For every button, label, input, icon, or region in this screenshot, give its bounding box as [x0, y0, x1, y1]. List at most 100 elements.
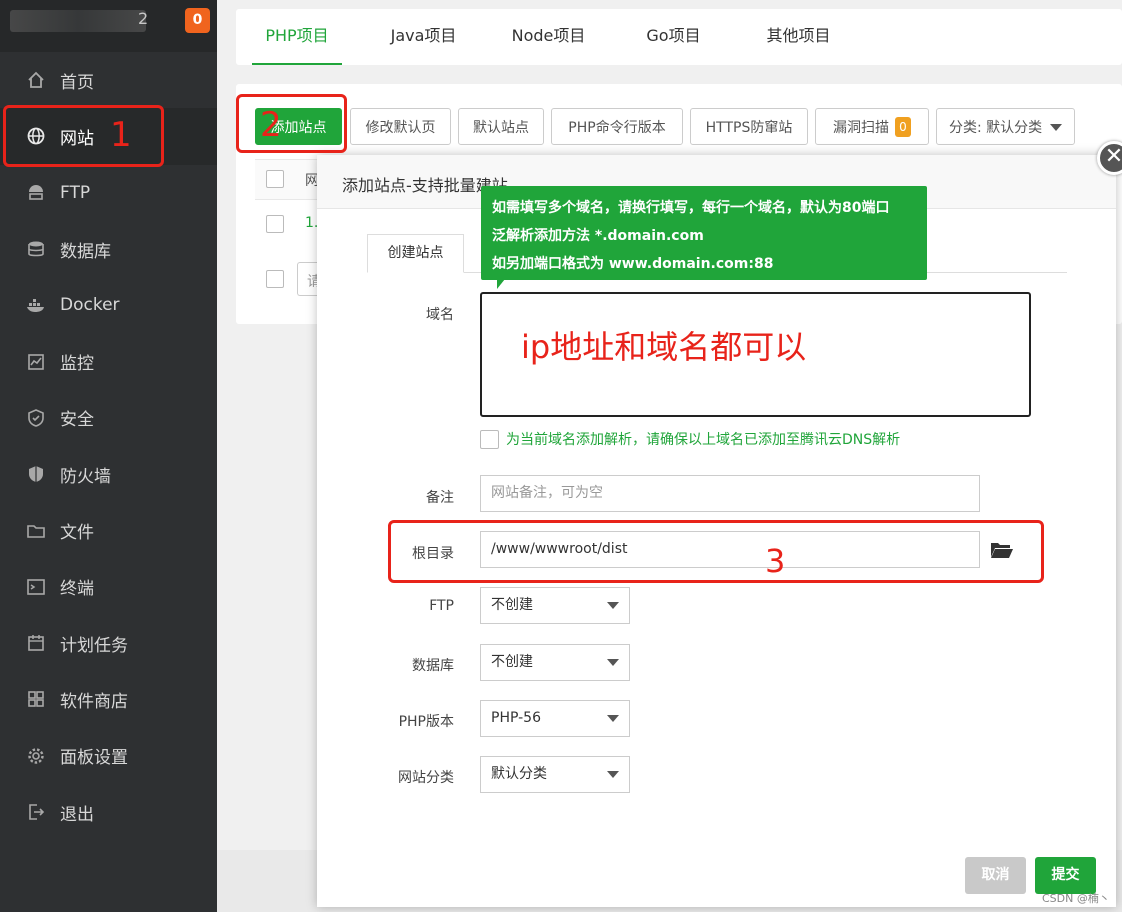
site-category-value: 默认分类	[491, 766, 547, 782]
site-category-select[interactable]: 默认分类	[480, 756, 630, 793]
sidebar-item-label: 软件商店	[60, 691, 128, 712]
sidebar-item[interactable]: 软件商店	[0, 671, 217, 727]
chevron-down-icon	[607, 771, 619, 778]
logout-icon	[26, 802, 46, 822]
username-tail: 2	[138, 9, 149, 28]
docker-icon	[26, 295, 46, 315]
dns-resolve-option[interactable]: 为当前域名添加解析，请确保以上域名已添加至腾讯云DNS解析	[480, 429, 900, 449]
home-icon	[26, 70, 46, 90]
sidebar-item-label: 面板设置	[60, 748, 128, 769]
sidebar-item[interactable]: 文件	[0, 502, 217, 558]
sidebar-item-label: 防火墙	[60, 466, 111, 487]
tooltip-line: 如需填写多个域名，请换行填写，每行一个域名，默认为80端口	[492, 200, 890, 216]
domain-help-tooltip: 如需填写多个域名，请换行填写，每行一个域名，默认为80端口 泛解析添加方法 *.…	[481, 186, 927, 280]
shield-icon	[26, 408, 46, 428]
sidebar-item-label: 数据库	[60, 241, 111, 262]
sidebar-item[interactable]: 终端	[0, 559, 217, 615]
chevron-down-icon	[607, 602, 619, 609]
sidebar-nav: 首页 网站 FTP 数据库 Docker 监控 安全 防火墙 文件 终端 计划任务 软件商店 面板设置退…	[0, 52, 217, 840]
https-guard-button[interactable]: HTTPS防窜站	[690, 108, 808, 145]
tab-php[interactable]: PHP项目	[252, 9, 342, 65]
database-icon	[26, 239, 46, 259]
vuln-scan-badge: 0	[895, 116, 911, 137]
chevron-down-icon	[607, 715, 619, 722]
php-version-value: PHP-56	[491, 710, 541, 726]
notification-badge[interactable]: 0	[185, 8, 210, 33]
dns-resolve-checkbox[interactable]	[480, 429, 499, 449]
sidebar-item-label: 计划任务	[60, 635, 128, 656]
domain-annotation: ip地址和域名都可以	[521, 328, 807, 366]
tab-other[interactable]: 其他项目	[756, 9, 841, 65]
vuln-scan-label: 漏洞扫描	[833, 119, 889, 136]
sidebar-item[interactable]: 监控	[0, 333, 217, 389]
blurred-username	[10, 10, 146, 32]
sidebar-item-label: 文件	[60, 523, 94, 544]
monitor-icon	[26, 352, 46, 372]
sidebar-item-label: Docker	[60, 295, 120, 316]
modify-default-page-button[interactable]: 修改默认页	[350, 108, 451, 145]
tab-go[interactable]: Go项目	[636, 9, 711, 65]
domain-label: 域名	[426, 307, 454, 323]
tab-node[interactable]: Node项目	[501, 9, 596, 65]
sidebar-header: 2 0	[0, 0, 217, 52]
submit-button[interactable]: 提交	[1035, 857, 1096, 894]
apps-icon	[26, 689, 46, 709]
sidebar-item[interactable]: 安全	[0, 390, 217, 446]
database-select-value: 不创建	[491, 654, 533, 670]
ftp-label: FTP	[429, 598, 454, 614]
sidebar-item-label: 终端	[60, 579, 94, 600]
calendar-icon	[26, 633, 46, 653]
sidebar-item[interactable]: 计划任务	[0, 615, 217, 671]
php-version-select[interactable]: PHP-56	[480, 700, 630, 737]
sidebar-item[interactable]: 首页	[0, 52, 217, 108]
select-all-checkbox[interactable]	[266, 170, 284, 188]
cancel-button[interactable]: 取消	[965, 857, 1026, 894]
project-tabbar: PHP项目 Java项目 Node项目 Go项目 其他项目	[236, 9, 1122, 65]
remark-input[interactable]: 网站备注，可为空	[480, 475, 980, 512]
sidebar-item[interactable]: FTP	[0, 165, 217, 221]
sidebar-item[interactable]: Docker	[0, 277, 217, 333]
ftp-icon	[26, 183, 46, 203]
annotation-box-3	[388, 520, 1044, 583]
watermark: CSDN @楠丶	[1042, 892, 1110, 905]
dns-resolve-label: 为当前域名添加解析，请确保以上域名已添加至腾讯云DNS解析	[506, 432, 901, 448]
sidebar-item[interactable]: 面板设置	[0, 728, 217, 784]
chevron-down-icon	[607, 659, 619, 666]
annotation-box-1	[3, 105, 164, 167]
ftp-select-value: 不创建	[491, 597, 533, 613]
sidebar-item-label: 监控	[60, 354, 94, 375]
database-select[interactable]: 不创建	[480, 644, 630, 681]
sidebar-item-label: 安全	[60, 410, 94, 431]
sidebar-item[interactable]: 防火墙	[0, 446, 217, 502]
sidebar-item-label: 退出	[60, 804, 94, 825]
ftp-select[interactable]: 不创建	[480, 587, 630, 624]
tooltip-line: 如另加端口格式为 www.domain.com:88	[492, 256, 774, 272]
sidebar-item[interactable]: 数据库	[0, 221, 217, 277]
php-cli-version-button[interactable]: PHP命令行版本	[551, 108, 683, 145]
vuln-scan-button[interactable]: 漏洞扫描 0	[815, 108, 929, 145]
chevron-down-icon	[1050, 124, 1062, 131]
php-version-label: PHP版本	[398, 714, 454, 730]
tab-java[interactable]: Java项目	[376, 9, 471, 65]
default-site-button[interactable]: 默认站点	[458, 108, 544, 145]
batch-select[interactable]: 请	[297, 262, 321, 296]
sidebar-item-label: FTP	[60, 182, 91, 203]
annotation-number-2: 2	[260, 105, 282, 145]
category-select[interactable]: 分类: 默认分类	[936, 108, 1075, 145]
footer-checkbox[interactable]	[266, 270, 284, 288]
annotation-number-1: 1	[110, 115, 132, 155]
annotation-number-3: 3	[765, 542, 786, 580]
category-select-label: 分类: 默认分类	[949, 119, 1043, 136]
annotation-box-2	[236, 94, 347, 153]
terminal-icon	[26, 577, 46, 597]
gear-icon	[26, 746, 46, 766]
tab-create-site[interactable]: 创建站点	[367, 234, 464, 273]
remark-label: 备注	[426, 490, 454, 506]
row-checkbox[interactable]	[266, 215, 284, 233]
firewall-icon	[26, 464, 46, 484]
tooltip-line: 泛解析添加方法 *.domain.com	[492, 228, 704, 244]
sidebar-item[interactable]: 退出	[0, 784, 217, 840]
folder-icon	[26, 521, 46, 541]
tooltip-arrow	[497, 279, 505, 289]
site-category-label: 网站分类	[398, 770, 454, 786]
